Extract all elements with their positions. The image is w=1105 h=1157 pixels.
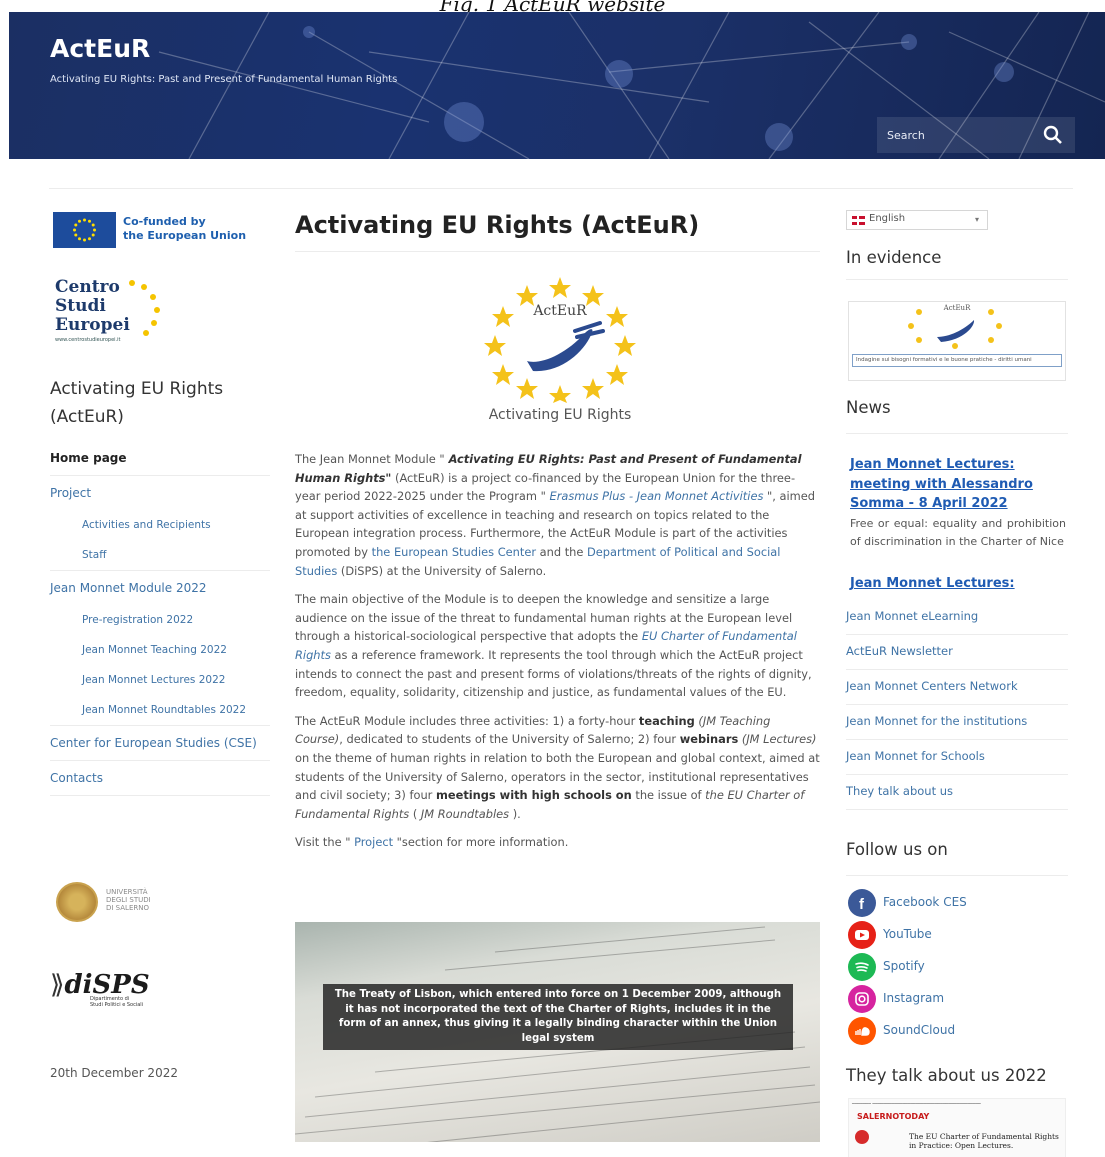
social-link-facebook[interactable]: f Facebook CES (846, 889, 1068, 921)
cse-stars-icon (129, 280, 160, 336)
last-updated-date: 20th December 2022 (50, 1066, 178, 1080)
acteur-logo: ActEuR Activating EU Rights (465, 273, 655, 428)
sidebar-link-jean-monnet-for-the-institutions[interactable]: Jean Monnet for the institutions (846, 705, 1068, 740)
follow-us-heading: Follow us on (846, 840, 948, 859)
erasmus-link[interactable]: Erasmus Plus - Jean Monnet Activities (546, 489, 767, 503)
sidebar-item-contacts[interactable]: Contacts (50, 761, 270, 795)
sidebar-link-jean-monnet-elearning[interactable]: Jean Monnet eLearning (846, 600, 1068, 635)
site-title[interactable]: ActEuR (50, 34, 150, 63)
cse-logo[interactable]: Centro Studi Europei www.centrostudieuro… (55, 278, 165, 350)
site-header: ActEuR Activating EU Rights: Past and Pr… (9, 12, 1105, 159)
image-slider[interactable]: The Treaty of Lisbon, which entered into… (295, 922, 820, 1142)
eu-logo-text: Co-funded by the European Union (123, 215, 247, 242)
logo-name: ActEuR (533, 303, 587, 319)
paragraph-1: The Jean Monnet Module " Activating EU R… (295, 452, 815, 578)
sidebar-site-title: Activating EU Rights (ActEuR) (50, 379, 224, 427)
social-link-spotify[interactable]: Spotify (846, 953, 1068, 985)
sidebar-link-jean-monnet-centers-network[interactable]: Jean Monnet Centers Network (846, 670, 1068, 705)
sidebar-item-jean-monnet-teaching-2022[interactable]: Jean Monnet Teaching 2022 (50, 635, 270, 665)
paragraph-4: Visit the " Project "section for more in… (295, 835, 569, 850)
sidebar-item-activities-and-recipients[interactable]: Activities and Recipients (50, 510, 270, 540)
evidence-banner[interactable]: ActEuR Indagine sui bisogni formativi e … (848, 301, 1066, 381)
language-select[interactable]: English ▾ (846, 210, 988, 230)
divider (49, 188, 1073, 189)
sidebar-link-jean-monnet-for-schools[interactable]: Jean Monnet for Schools (846, 740, 1068, 775)
sidebar-item-project[interactable]: Project (50, 476, 270, 510)
page-title: Activating EU Rights (ActEuR) (295, 211, 700, 239)
youtube-icon (848, 921, 876, 949)
unisa-seal-icon (56, 882, 98, 922)
social-link-instagram[interactable]: Instagram (846, 985, 1068, 1017)
divider (846, 279, 1068, 280)
divider (295, 251, 820, 252)
sidebar-item-center-for-european-studies-cse[interactable]: Center for European Studies (CSE) (50, 726, 270, 760)
instagram-icon (848, 985, 876, 1013)
press-thumbnail[interactable]: ━━━━━━━ ━━━━━━━━━━━━━━━━━━━━━━━━━━━━━━━━… (848, 1098, 1066, 1157)
news-heading: News (846, 398, 891, 417)
social-link-soundcloud[interactable]: SoundCloud (846, 1017, 1068, 1049)
search-input[interactable] (877, 117, 1037, 153)
chevron-down-icon: ▾ (974, 215, 979, 224)
facebook-icon: f (848, 889, 876, 917)
slide-caption: The Treaty of Lisbon, which entered into… (323, 984, 793, 1050)
sidebar-item-jean-monnet-roundtables-2022[interactable]: Jean Monnet Roundtables 2022 (50, 695, 270, 725)
eu-cofunded-logo[interactable]: Co-funded by the European Union (53, 212, 263, 252)
news-item-link[interactable]: Jean Monnet Lectures: meeting with Aless… (850, 455, 1068, 514)
social-label: SoundCloud (883, 1023, 956, 1037)
project-link[interactable]: Project (354, 835, 393, 849)
soundcloud-icon (848, 1017, 876, 1045)
sidebar-links: Jean Monnet eLearning ActEuR Newsletter Je… (846, 600, 1068, 810)
main-content: Activating EU Rights (ActEuR) ActEuR Act… (295, 205, 820, 1142)
sidebar-link-they-talk-about-us[interactable]: They talk about us (846, 775, 1068, 810)
logo-subtitle: Activating EU Rights (488, 407, 632, 423)
sidebar-item-pre-registration-2022[interactable]: Pre-registration 2022 (50, 605, 270, 635)
svg-text:f: f (859, 896, 865, 911)
european-studies-center-link[interactable]: the European Studies Center (372, 545, 536, 559)
sidebar-item-staff[interactable]: Staff (50, 540, 270, 570)
search-box (877, 117, 1075, 153)
paragraph-3: The ActEuR Module includes three activit… (295, 713, 820, 821)
spotify-icon (848, 953, 876, 981)
search-icon[interactable] (1043, 125, 1063, 145)
social-links: f Facebook CES YouTube Spotify Instagram Soun… (846, 889, 1068, 1049)
divider (846, 875, 1068, 876)
intro-text: The Jean Monnet Module " Activating EU R… (295, 450, 820, 862)
disps-logo[interactable]: ⟫diSPS Dipartimento di Studi Politici e … (50, 970, 180, 1020)
social-label: Facebook CES (883, 895, 967, 909)
sidebar-nav: Home page Project Activities and Recipient… (50, 441, 270, 796)
social-label: Spotify (883, 959, 925, 973)
news-item-summary: Free or equal: equality and prohibition … (850, 517, 1066, 548)
sidebar-item-jean-monnet-module-2022[interactable]: Jean Monnet Module 2022 (50, 571, 270, 605)
divider (846, 433, 1068, 434)
divider (50, 795, 270, 796)
in-evidence-heading: In evidence (846, 248, 942, 267)
social-label: Instagram (883, 991, 945, 1005)
social-label: YouTube (883, 927, 932, 941)
press-heading: They talk about us 2022 (846, 1066, 1047, 1085)
stars-ring-icon (484, 277, 636, 403)
unisa-logo[interactable]: UNIVERSITÀ DEGLI STUDI DI SALERNO (56, 882, 176, 922)
uk-flag-icon (852, 216, 865, 225)
slider-dots (530, 1150, 566, 1157)
eu-flag-icon (53, 212, 116, 248)
salernotoday-logo-icon (855, 1130, 869, 1144)
social-link-youtube[interactable]: YouTube (846, 921, 1068, 953)
sidebar-item-home-page[interactable]: Home page (50, 441, 270, 475)
sidebar-item-jean-monnet-lectures-2022[interactable]: Jean Monnet Lectures 2022 (50, 665, 270, 695)
sidebar-link-acteur-newsletter[interactable]: ActEuR Newsletter (846, 635, 1068, 670)
paragraph-2: The main objective of the Module is to d… (295, 592, 812, 700)
news-item-link-2[interactable]: Jean Monnet Lectures: (850, 576, 1015, 591)
site-tagline: Activating EU Rights: Past and Present o… (50, 74, 398, 85)
